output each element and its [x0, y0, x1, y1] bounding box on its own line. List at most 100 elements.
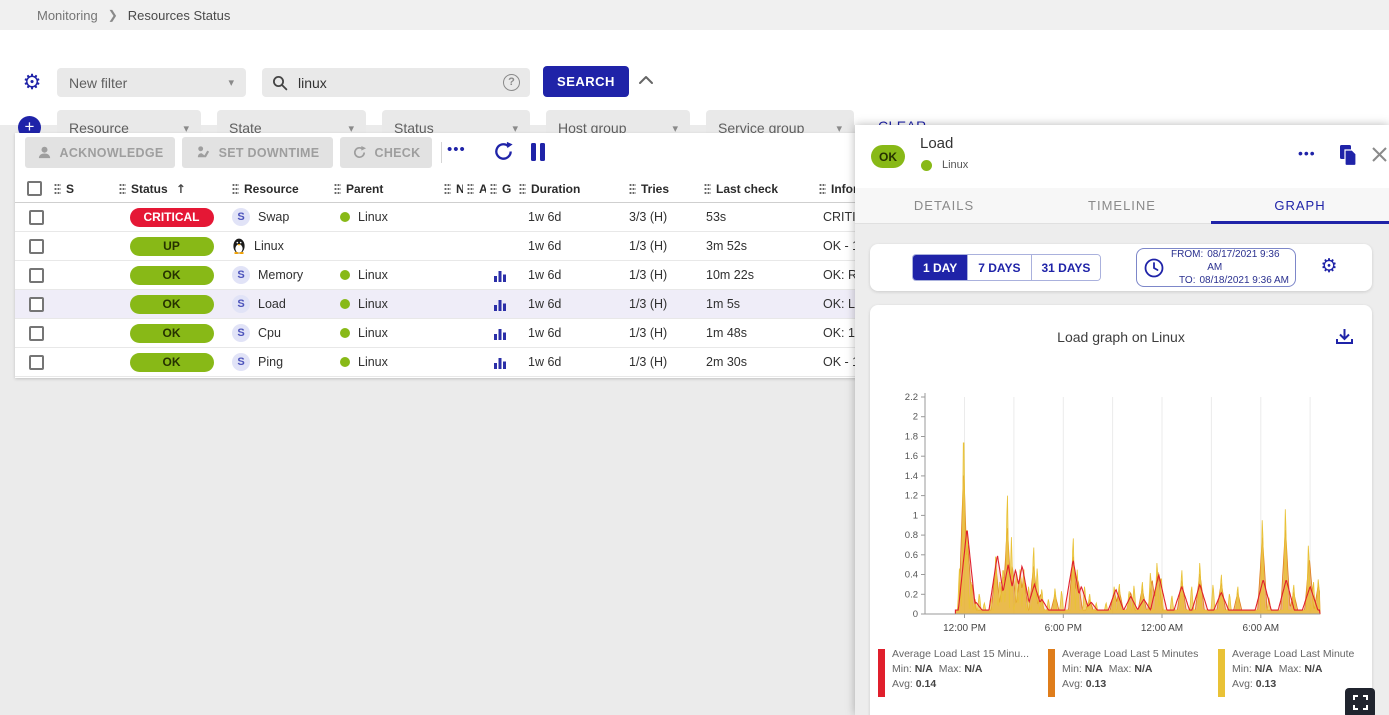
- service-type-icon: S: [232, 266, 250, 284]
- refresh-icon[interactable]: [492, 140, 515, 163]
- panel-header: OK Load Linux •••: [855, 125, 1389, 188]
- column-header-tries[interactable]: Tries: [625, 182, 700, 196]
- column-header-action[interactable]: A: [463, 182, 486, 196]
- legend-item[interactable]: Average Load Last 15 Minu... Min: N/A Ma…: [878, 647, 1040, 697]
- help-icon[interactable]: ?: [503, 74, 520, 91]
- svg-text:0.8: 0.8: [905, 530, 918, 541]
- drag-handle-icon[interactable]: [704, 183, 711, 194]
- drag-handle-icon[interactable]: [519, 183, 526, 194]
- from-label: FROM:: [1171, 248, 1203, 274]
- parent-name: Linux: [358, 326, 388, 340]
- column-header-parent[interactable]: Parent: [330, 182, 440, 196]
- drag-handle-icon[interactable]: [467, 183, 474, 194]
- to-label: TO:: [1179, 274, 1195, 287]
- graph-chart-icon[interactable]: [494, 356, 507, 369]
- acknowledge-button[interactable]: ACKNOWLEDGE: [25, 137, 175, 168]
- toolbar-divider: [441, 142, 442, 163]
- panel-more-actions-icon[interactable]: •••: [1298, 145, 1316, 161]
- column-header-last-check[interactable]: Last check: [700, 182, 815, 196]
- column-header-duration[interactable]: Duration: [515, 182, 625, 196]
- svg-text:6:00 PM: 6:00 PM: [1045, 623, 1082, 634]
- graph-settings-gear-icon[interactable]: ⚙: [1318, 255, 1340, 277]
- drag-handle-icon[interactable]: [629, 183, 636, 194]
- breadcrumb-monitoring[interactable]: Monitoring: [37, 8, 98, 23]
- status-badge: OK: [130, 353, 214, 372]
- set-downtime-button[interactable]: SET DOWNTIME: [182, 137, 333, 168]
- column-header-resource[interactable]: Resource: [228, 182, 330, 196]
- legend-min-label: Min:: [892, 663, 912, 675]
- graph-chart-icon[interactable]: [494, 298, 507, 311]
- tries-cell: 1/3 (H): [625, 268, 700, 282]
- legend-series-name: Average Load Last 15 Minu...: [892, 647, 1029, 662]
- drag-handle-icon[interactable]: [334, 183, 341, 194]
- set-downtime-label: SET DOWNTIME: [219, 146, 320, 160]
- legend-min-value: N/A: [1085, 663, 1103, 675]
- panel-tab-graph[interactable]: GRAPH: [1211, 188, 1389, 223]
- copy-link-icon[interactable]: [1338, 144, 1358, 166]
- close-panel-icon[interactable]: [1371, 146, 1388, 163]
- fullscreen-icon[interactable]: [1345, 688, 1375, 715]
- time-range-button[interactable]: 7 DAYS: [968, 255, 1031, 280]
- drag-handle-icon[interactable]: [54, 183, 61, 194]
- row-checkbox[interactable]: [29, 268, 44, 283]
- row-checkbox[interactable]: [29, 355, 44, 370]
- export-download-icon[interactable]: [1335, 327, 1354, 346]
- row-checkbox[interactable]: [29, 239, 44, 254]
- pause-icon[interactable]: [529, 142, 547, 162]
- last-check-cell: 1m 48s: [700, 326, 815, 340]
- time-range-button[interactable]: 31 DAYS: [1032, 255, 1101, 280]
- drag-handle-icon[interactable]: [232, 183, 239, 194]
- parent-name: Linux: [358, 355, 388, 369]
- column-header-graph[interactable]: G: [486, 182, 515, 196]
- saved-filter-select[interactable]: New filter ▾: [57, 68, 246, 97]
- more-actions-icon[interactable]: •••: [447, 141, 466, 158]
- legend-avg-label: Avg:: [1232, 678, 1253, 690]
- service-type-icon: S: [232, 353, 250, 371]
- panel-status-badge: OK: [871, 145, 905, 168]
- legend-series-name: Average Load Last Minute: [1232, 647, 1354, 662]
- row-checkbox[interactable]: [29, 210, 44, 225]
- select-all-checkbox[interactable]: [27, 181, 42, 196]
- filter-settings-gear-icon[interactable]: ⚙: [20, 70, 44, 94]
- svg-text:0: 0: [913, 609, 918, 620]
- tries-cell: 1/3 (H): [625, 239, 700, 253]
- load-graph-chart[interactable]: 00.20.40.60.811.21.41.61.822.212:00 PM6:…: [890, 389, 1352, 641]
- legend-color-bar: [1218, 649, 1225, 697]
- graph-chart-icon[interactable]: [494, 269, 507, 282]
- search-input[interactable]: linux ?: [262, 68, 530, 97]
- row-checkbox[interactable]: [29, 297, 44, 312]
- legend-min-value: N/A: [915, 663, 933, 675]
- column-header-severity[interactable]: S: [50, 182, 115, 196]
- legend-max-label: Max:: [1279, 663, 1302, 675]
- tries-cell: 1/3 (H): [625, 326, 700, 340]
- drag-handle-icon[interactable]: [119, 183, 126, 194]
- clock-icon: [1143, 257, 1165, 279]
- duration-cell: 1w 6d: [515, 239, 625, 253]
- parent-name: Linux: [358, 268, 388, 282]
- panel-tab-details[interactable]: DETAILS: [855, 188, 1033, 223]
- parent-status-dot: [340, 212, 350, 222]
- legend-max-label: Max:: [939, 663, 962, 675]
- drag-handle-icon[interactable]: [490, 183, 497, 194]
- column-header-status[interactable]: Status↑: [115, 182, 228, 196]
- panel-tabs: DETAILS TIMELINE GRAPH: [855, 188, 1389, 224]
- row-checkbox[interactable]: [29, 326, 44, 341]
- filter-area: ⚙ New filter ▾ linux ? SEARCH + Resource…: [0, 30, 1389, 125]
- drag-handle-icon[interactable]: [819, 183, 826, 194]
- time-range-button[interactable]: 1 DAY: [913, 255, 968, 280]
- search-button[interactable]: SEARCH: [543, 66, 629, 97]
- column-header-notes[interactable]: N: [440, 182, 463, 196]
- breadcrumb-resources-status[interactable]: Resources Status: [128, 8, 231, 23]
- sort-asc-icon[interactable]: ↑: [176, 182, 186, 196]
- legend-item[interactable]: Average Load Last 5 Minutes Min: N/A Max…: [1048, 647, 1210, 697]
- graph-chart-icon[interactable]: [494, 327, 507, 340]
- check-button[interactable]: CHECK: [340, 137, 432, 168]
- breadcrumb: Monitoring ❯ Resources Status: [0, 0, 1389, 30]
- collapse-filters-chevron-up-icon[interactable]: [638, 75, 654, 85]
- panel-tab-timeline[interactable]: TIMELINE: [1033, 188, 1211, 223]
- status-badge: UP: [130, 237, 214, 256]
- downtime-worker-icon: [196, 145, 211, 160]
- date-range-picker[interactable]: FROM:08/17/2021 9:36 AM TO:08/18/2021 9:…: [1136, 248, 1296, 287]
- drag-handle-icon[interactable]: [444, 183, 451, 194]
- last-check-cell: 2m 30s: [700, 355, 815, 369]
